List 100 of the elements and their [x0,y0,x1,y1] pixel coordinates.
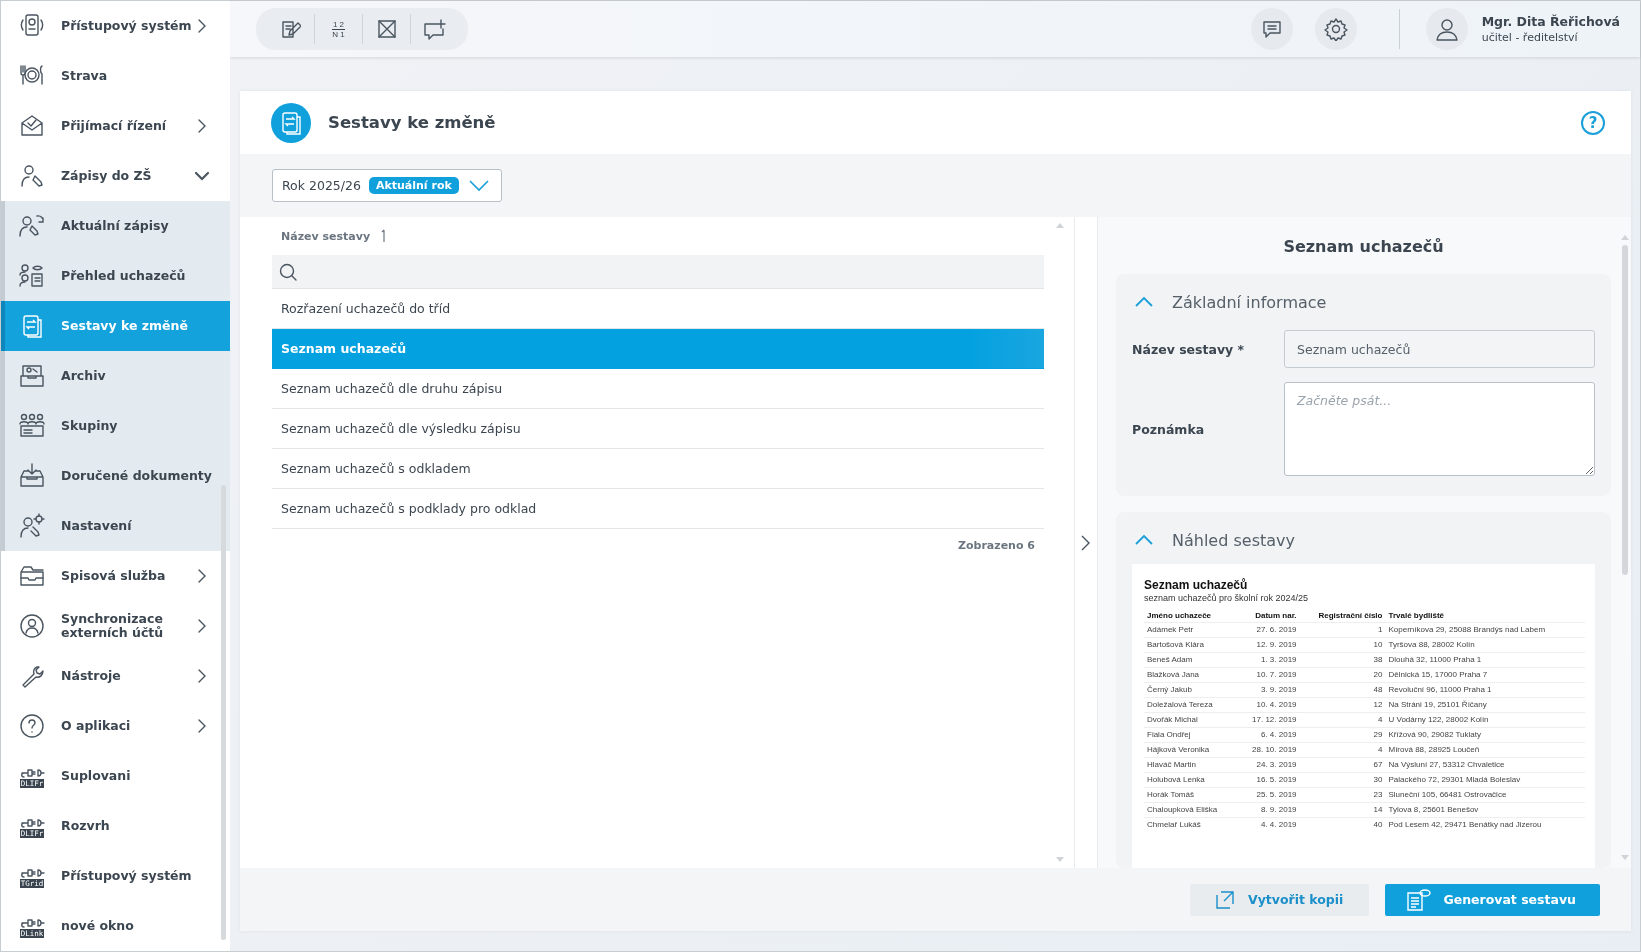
list-row[interactable]: Seznam uchazečů dle výsledku zápisu [272,409,1044,449]
sidebar-item[interactable]: Strava [1,51,230,101]
sidebar-item[interactable]: O aplikaci [1,701,230,751]
table-cell: 3. 9. 2019 [1237,682,1300,698]
table-cell: Tylova 8, 25601 Benešov [1385,802,1585,818]
pencil-note-icon [279,18,301,40]
document-title: Seznam uchazečů [1144,578,1249,592]
table-header: Registrační číslo [1299,609,1386,623]
table-cell: Palackého 72, 29301 Mladá Boleslav [1385,772,1585,788]
field-label: Poznámka [1132,421,1206,437]
year-dropdown[interactable]: Rok 2025/26 Aktuální rok [272,169,502,202]
gear-icon [1323,17,1348,41]
table-header: Jméno uchazeče [1144,609,1238,623]
table-cell: Na Výsluní 27, 53312 Chvaletice [1385,757,1585,773]
person-refresh-icon [18,212,46,240]
user-name: Mgr. Dita Řeřichová [1481,14,1620,29]
table-cell: Revoluční 96, 11000 Praha 1 [1385,682,1585,698]
sidebar-item[interactable]: Spisová služba [1,551,230,601]
table-cell: 4 [1299,742,1386,758]
sidebar-item[interactable]: Přístupový systém [1,1,230,51]
table-cell: 20 [1299,667,1386,683]
table-cell: 23 [1299,787,1386,803]
table-header: Datum nar. [1237,609,1300,623]
sidebar-item[interactable]: Aktuální zápisy [1,201,230,251]
table-cell: 12. 9. 2019 [1237,637,1300,653]
speech-bubble-plus-icon [421,18,448,40]
scrollbar[interactable] [1622,245,1628,575]
table-cell: 4. 4. 2019 [1237,817,1300,832]
table-cell: Křížová 90, 29082 Tuklaty [1385,727,1585,743]
table-cell: 10. 4. 2019 [1237,697,1300,713]
person-sync-icon [18,612,46,640]
sidebar-item[interactable]: Přehled uchazečů [1,251,230,301]
scroll-down-icon [1055,856,1065,864]
note-field[interactable]: Začněte psát... [1284,382,1595,476]
field-label: Název sestavy * [1132,341,1246,357]
table-cell: Mírová 88, 28925 Loučeň [1385,742,1585,758]
table-cell: Beneš Adam [1144,652,1238,668]
avatar[interactable] [1425,8,1468,50]
table-cell: 12 [1299,697,1386,713]
section-header[interactable]: Náhled sestavy [1134,526,1595,554]
table-cell: Fiala Ondřej [1144,727,1238,743]
settings-button[interactable] [1314,8,1357,50]
table-cell: Dvořák Michal [1144,712,1238,728]
table-cell: Hlaváč Martin [1144,757,1238,773]
sidebar-item[interactable]: Skupiny [1,401,230,451]
table-cell: 38 [1299,652,1386,668]
table-cell: Na Stráni 19, 25101 Říčany [1385,697,1585,713]
table-cell: 10 [1299,637,1386,653]
help-icon [18,712,46,740]
table-cell: Sluneční 105, 66481 Ostrovačice [1385,787,1585,803]
table-cell: Horák Tomáš [1144,787,1238,803]
table-cell: Tyršova 88, 28002 Kolín [1385,637,1585,653]
table-cell: 17. 12. 2019 [1237,712,1300,728]
person-gear-icon [18,512,46,540]
sidebar-item[interactable]: Zápisy do ZŠ [1,151,230,201]
table-cell: 16. 5. 2019 [1237,772,1300,788]
table-cell: Holubová Lenka [1144,772,1238,788]
section-header[interactable]: Základní informace [1134,288,1595,316]
table-cell: Černý Jakub [1144,682,1238,698]
people-list-icon [18,262,46,290]
table-cell: Dlouhá 32, 11000 Praha 1 [1385,652,1585,668]
user-role: učitel - ředitelství [1481,31,1579,44]
list-row[interactable]: Seznam uchazečů s odkladem [272,449,1044,489]
table-cell: Blažková Jana [1144,667,1238,683]
archive-box-icon [18,362,46,390]
search-icon [278,261,298,282]
table-cell: Doležalová Tereza [1144,697,1238,713]
table-cell: 27. 6. 2019 [1237,622,1300,638]
scroll-down-icon [1620,854,1630,862]
name-field[interactable]: Seznam uchazečů [1284,330,1595,368]
detail-title: Seznam uchazečů [1282,237,1445,256]
table-cell: 6. 4. 2019 [1237,727,1300,743]
sidebar-item[interactable]: Doručené dokumenty [1,451,230,501]
table-cell: Pod Lesem 42, 29471 Benátky nad Jizerou [1385,817,1585,832]
table-cell: Chmelař Lukáš [1144,817,1238,832]
list-row[interactable]: Seznam uchazečů dle druhu zápisu [272,369,1044,409]
inbox-download-icon [18,462,46,490]
sidebar-item[interactable]: Archiv [1,351,230,401]
table-cell: 4 [1299,712,1386,728]
search-field[interactable] [272,255,1044,289]
current-year-badge: Aktuální rok [368,177,459,194]
table-cell: 10. 7. 2019 [1237,667,1300,683]
speech-bubble-icon [1260,18,1283,40]
scroll-up-icon [1620,233,1630,241]
people-group-icon [18,412,46,440]
sidebar-item[interactable]: Synchronizace externích účtů [1,601,230,651]
list-row[interactable]: Seznam uchazečů s podklady pro odklad [272,489,1044,529]
messages-button[interactable] [1250,8,1293,50]
table-cell: 1. 3. 2019 [1237,652,1300,668]
column-header[interactable]: Název sestavy [281,229,371,243]
table-cell: Adámek Petr [1144,622,1238,638]
sidebar-item[interactable]: Přijímací řízení [1,101,230,151]
numbering-button[interactable]: 1 2 N 1 [314,14,362,44]
table-cell: Koperníkova 29, 25088 Brandýs nad Labem [1385,622,1585,638]
table-cell: 40 [1299,817,1386,832]
person-pen-icon [18,162,46,190]
scrollbar[interactable] [221,485,226,940]
sidebar-item[interactable]: Nastavení [1,501,230,551]
table-cell: Dělnická 15, 17000 Praha 7 [1385,667,1585,683]
sidebar-item[interactable]: Nástroje [1,651,230,701]
